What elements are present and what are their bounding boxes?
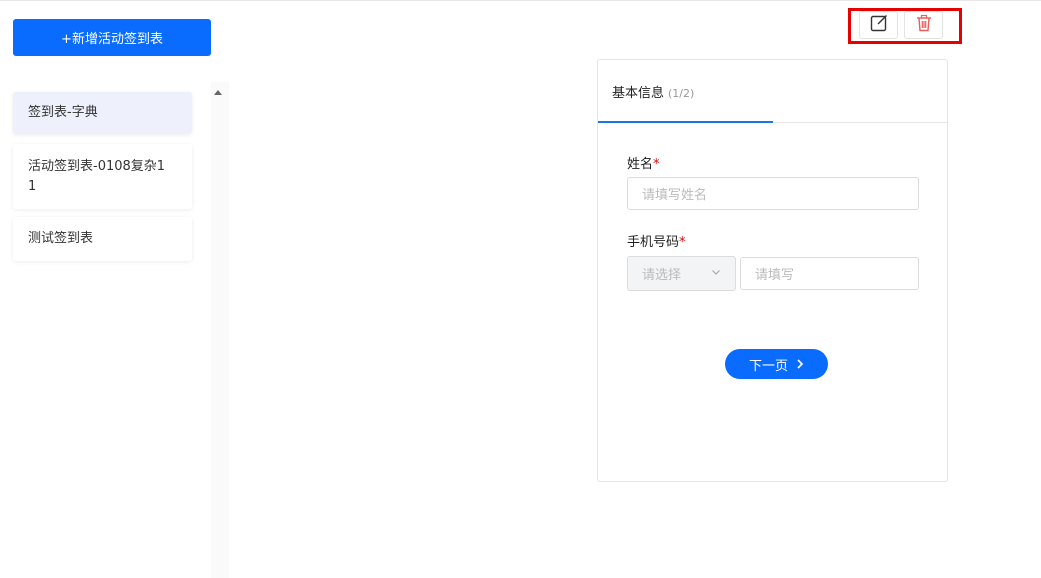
sidebar-item-label: 签到表-字典 [28, 105, 98, 120]
sidebar-item-activity-0108[interactable]: 活动签到表-0108复杂11 [13, 144, 192, 209]
sidebar-item-dictionary[interactable]: 签到表-字典 [13, 92, 192, 134]
edit-icon [869, 13, 889, 37]
sidebar-item-label: 测试签到表 [28, 231, 94, 246]
country-code-select[interactable]: 请选择 [627, 256, 736, 291]
delete-button[interactable] [904, 11, 943, 39]
tab-basic-info[interactable]: 基本信息 (1/2) [612, 82, 694, 101]
add-signin-sheet-button[interactable]: +新增活动签到表 [13, 19, 211, 56]
trash-icon [914, 13, 934, 37]
name-input[interactable]: 请填写姓名 [627, 177, 919, 210]
phone-label: 手机号码* [627, 235, 686, 250]
name-label: 姓名* [627, 157, 660, 172]
tab-active-indicator [598, 121, 773, 123]
sidebar-scrollbar[interactable] [211, 82, 229, 578]
chevron-down-icon [711, 266, 721, 281]
tab-page-count: (1/2) [668, 87, 695, 100]
top-divider [0, 0, 1041, 1]
chevron-right-icon [796, 359, 804, 369]
edit-button[interactable] [859, 11, 898, 39]
phone-input[interactable]: 请填写 [740, 257, 919, 290]
sidebar-item-label: 活动签到表-0108复杂11 [28, 159, 166, 194]
next-page-button[interactable]: 下一页 [725, 349, 828, 379]
sidebar-item-test[interactable]: 测试签到表 [13, 217, 192, 261]
form-card: 基本信息 (1/2) 姓名* 请填写姓名 手机号码* 请选择 请填写 下一页 [597, 59, 948, 482]
scroll-up-icon[interactable] [214, 90, 222, 95]
